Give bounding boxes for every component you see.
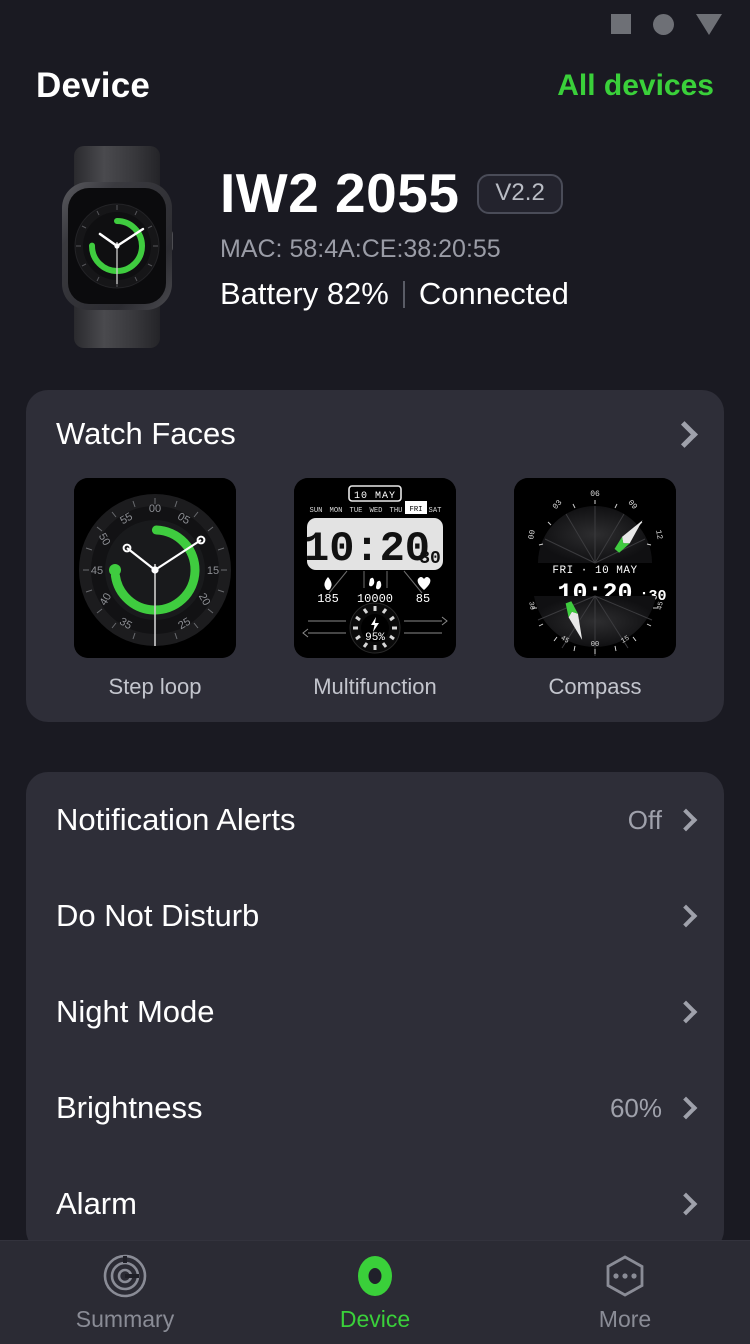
hexagon-dots-icon — [606, 1255, 644, 1297]
square-icon[interactable] — [611, 14, 631, 34]
svg-text:FRI: FRI — [410, 506, 423, 514]
svg-text:SAT: SAT — [429, 507, 443, 515]
device-status-row: Battery 82% Connected — [220, 276, 569, 312]
target-rings-icon — [103, 1254, 147, 1298]
page-title: Device — [36, 66, 151, 105]
chevron-right-icon[interactable] — [674, 904, 698, 928]
chevron-right-icon[interactable] — [674, 1096, 698, 1120]
device-info: IW2 2055 V2.2 MAC: 58:4A:CE:38:20:55 Bat… — [220, 142, 569, 312]
bottom-navigation: Summary Device More — [0, 1240, 750, 1344]
svg-text:95%: 95% — [365, 632, 385, 644]
connection-status: Connected — [418, 276, 569, 311]
status-bar — [0, 0, 750, 48]
triangle-down-icon[interactable] — [696, 13, 722, 35]
watch-face-label: Multifunction — [313, 674, 437, 699]
watch-face-thumbnail[interactable]: 00 05 15 20 25 35 40 45 50 55 — [74, 478, 236, 658]
svg-text:00: 00 — [591, 641, 599, 649]
top-bar: Device All devices — [0, 48, 750, 124]
settings-row-label: Notification Alerts — [56, 802, 296, 837]
nav-item-label: More — [598, 1306, 652, 1332]
watch-faces-list: 00 05 15 20 25 35 40 45 50 55 Step loop … — [56, 478, 694, 700]
watch-faces-header[interactable]: Watch Faces — [56, 416, 698, 452]
svg-text:185: 185 — [317, 592, 339, 606]
chevron-right-icon[interactable] — [674, 808, 698, 832]
settings-row-notification-alerts[interactable]: Notification Alerts Off — [56, 772, 698, 868]
nav-item-label: Device — [339, 1306, 411, 1332]
nav-item-more[interactable]: More — [500, 1252, 750, 1333]
watch-faces-card: Watch Faces 00 05 15 20 25 35 40 45 50 5… — [26, 390, 724, 722]
battery-status: Battery 82% — [220, 276, 389, 311]
chevron-right-icon[interactable] — [674, 1000, 698, 1024]
watch-face-label: Step loop — [108, 674, 202, 699]
svg-text:SUN: SUN — [310, 507, 323, 515]
svg-text:MON: MON — [330, 507, 343, 515]
status-divider — [402, 280, 405, 308]
device-ring-icon — [358, 1256, 392, 1296]
circle-icon[interactable] — [653, 13, 674, 35]
settings-row-label: Night Mode — [56, 994, 215, 1029]
settings-row-do-not-disturb[interactable]: Do Not Disturb — [56, 868, 698, 964]
watch-face-thumbnail[interactable]: 06 03 09 00 12 FRI · 10 MAY 10:20 00 45 … — [514, 478, 676, 658]
settings-row-right: 60% — [609, 1092, 698, 1124]
settings-row-value: 60% — [609, 1092, 662, 1123]
svg-text:06: 06 — [590, 490, 600, 499]
settings-row-value: Off — [627, 804, 662, 835]
nav-item-summary[interactable]: Summary — [0, 1252, 250, 1333]
nav-item-label: Summary — [75, 1306, 175, 1332]
settings-row-right: Off — [627, 804, 698, 836]
settings-row-label: Do Not Disturb — [56, 898, 260, 933]
svg-text:45: 45 — [656, 601, 665, 611]
settings-row-right — [662, 904, 698, 928]
settings-row-label: Brightness — [56, 1090, 203, 1125]
svg-text:45: 45 — [91, 565, 103, 577]
svg-text:12: 12 — [653, 529, 664, 540]
settings-row-alarm[interactable]: Alarm — [56, 1156, 698, 1252]
device-name-row: IW2 2055 V2.2 — [220, 166, 569, 221]
watch-faces-title: Watch Faces — [56, 416, 236, 451]
svg-text:15: 15 — [207, 565, 219, 577]
watch-face-compass[interactable]: 06 03 09 00 12 FRI · 10 MAY 10:20 00 45 … — [514, 478, 676, 700]
svg-text:00: 00 — [149, 503, 161, 515]
svg-text:WED: WED — [370, 507, 383, 515]
chevron-right-icon[interactable] — [674, 1192, 698, 1216]
all-devices-button[interactable]: All devices — [557, 69, 714, 103]
svg-text:10:20: 10:20 — [304, 525, 430, 573]
settings-card: Notification Alerts Off Do Not Disturb N… — [26, 772, 724, 1252]
svg-text:10 MAY: 10 MAY — [354, 491, 396, 502]
svg-text:THU: THU — [390, 507, 403, 515]
nav-item-device[interactable]: Device — [250, 1252, 500, 1333]
watch-face-label: Compass — [548, 674, 642, 699]
watch-face-thumbnail[interactable]: 10 MAY SUN MON TUE WED THU FRI SAT FRI 1… — [294, 478, 456, 658]
watch-face-multifunction[interactable]: 10 MAY SUN MON TUE WED THU FRI SAT FRI 1… — [294, 478, 456, 700]
settings-row-right — [662, 1192, 698, 1216]
svg-text:30: 30 — [419, 549, 441, 569]
device-name: IW2 2055 — [220, 162, 460, 224]
settings-row-label: Alarm — [56, 1186, 137, 1221]
settings-row-night-mode[interactable]: Night Mode — [56, 964, 698, 1060]
firmware-version-badge: V2.2 — [477, 173, 563, 214]
settings-row-right — [662, 1000, 698, 1024]
svg-text:00: 00 — [527, 529, 538, 540]
chevron-right-icon[interactable] — [671, 420, 698, 448]
watch-face-step-loop[interactable]: 00 05 15 20 25 35 40 45 50 55 Step loop — [74, 478, 236, 700]
svg-text:FRI · 10 MAY: FRI · 10 MAY — [552, 565, 637, 577]
settings-row-brightness[interactable]: Brightness 60% — [56, 1060, 698, 1156]
device-mac-address: MAC: 58:4A:CE:38:20:55 — [220, 235, 501, 263]
svg-text:TUE: TUE — [350, 507, 363, 515]
svg-text:30: 30 — [526, 601, 535, 611]
svg-text:85: 85 — [416, 592, 430, 606]
watch-image — [48, 142, 188, 352]
device-hero: IW2 2055 V2.2 MAC: 58:4A:CE:38:20:55 Bat… — [0, 124, 750, 358]
